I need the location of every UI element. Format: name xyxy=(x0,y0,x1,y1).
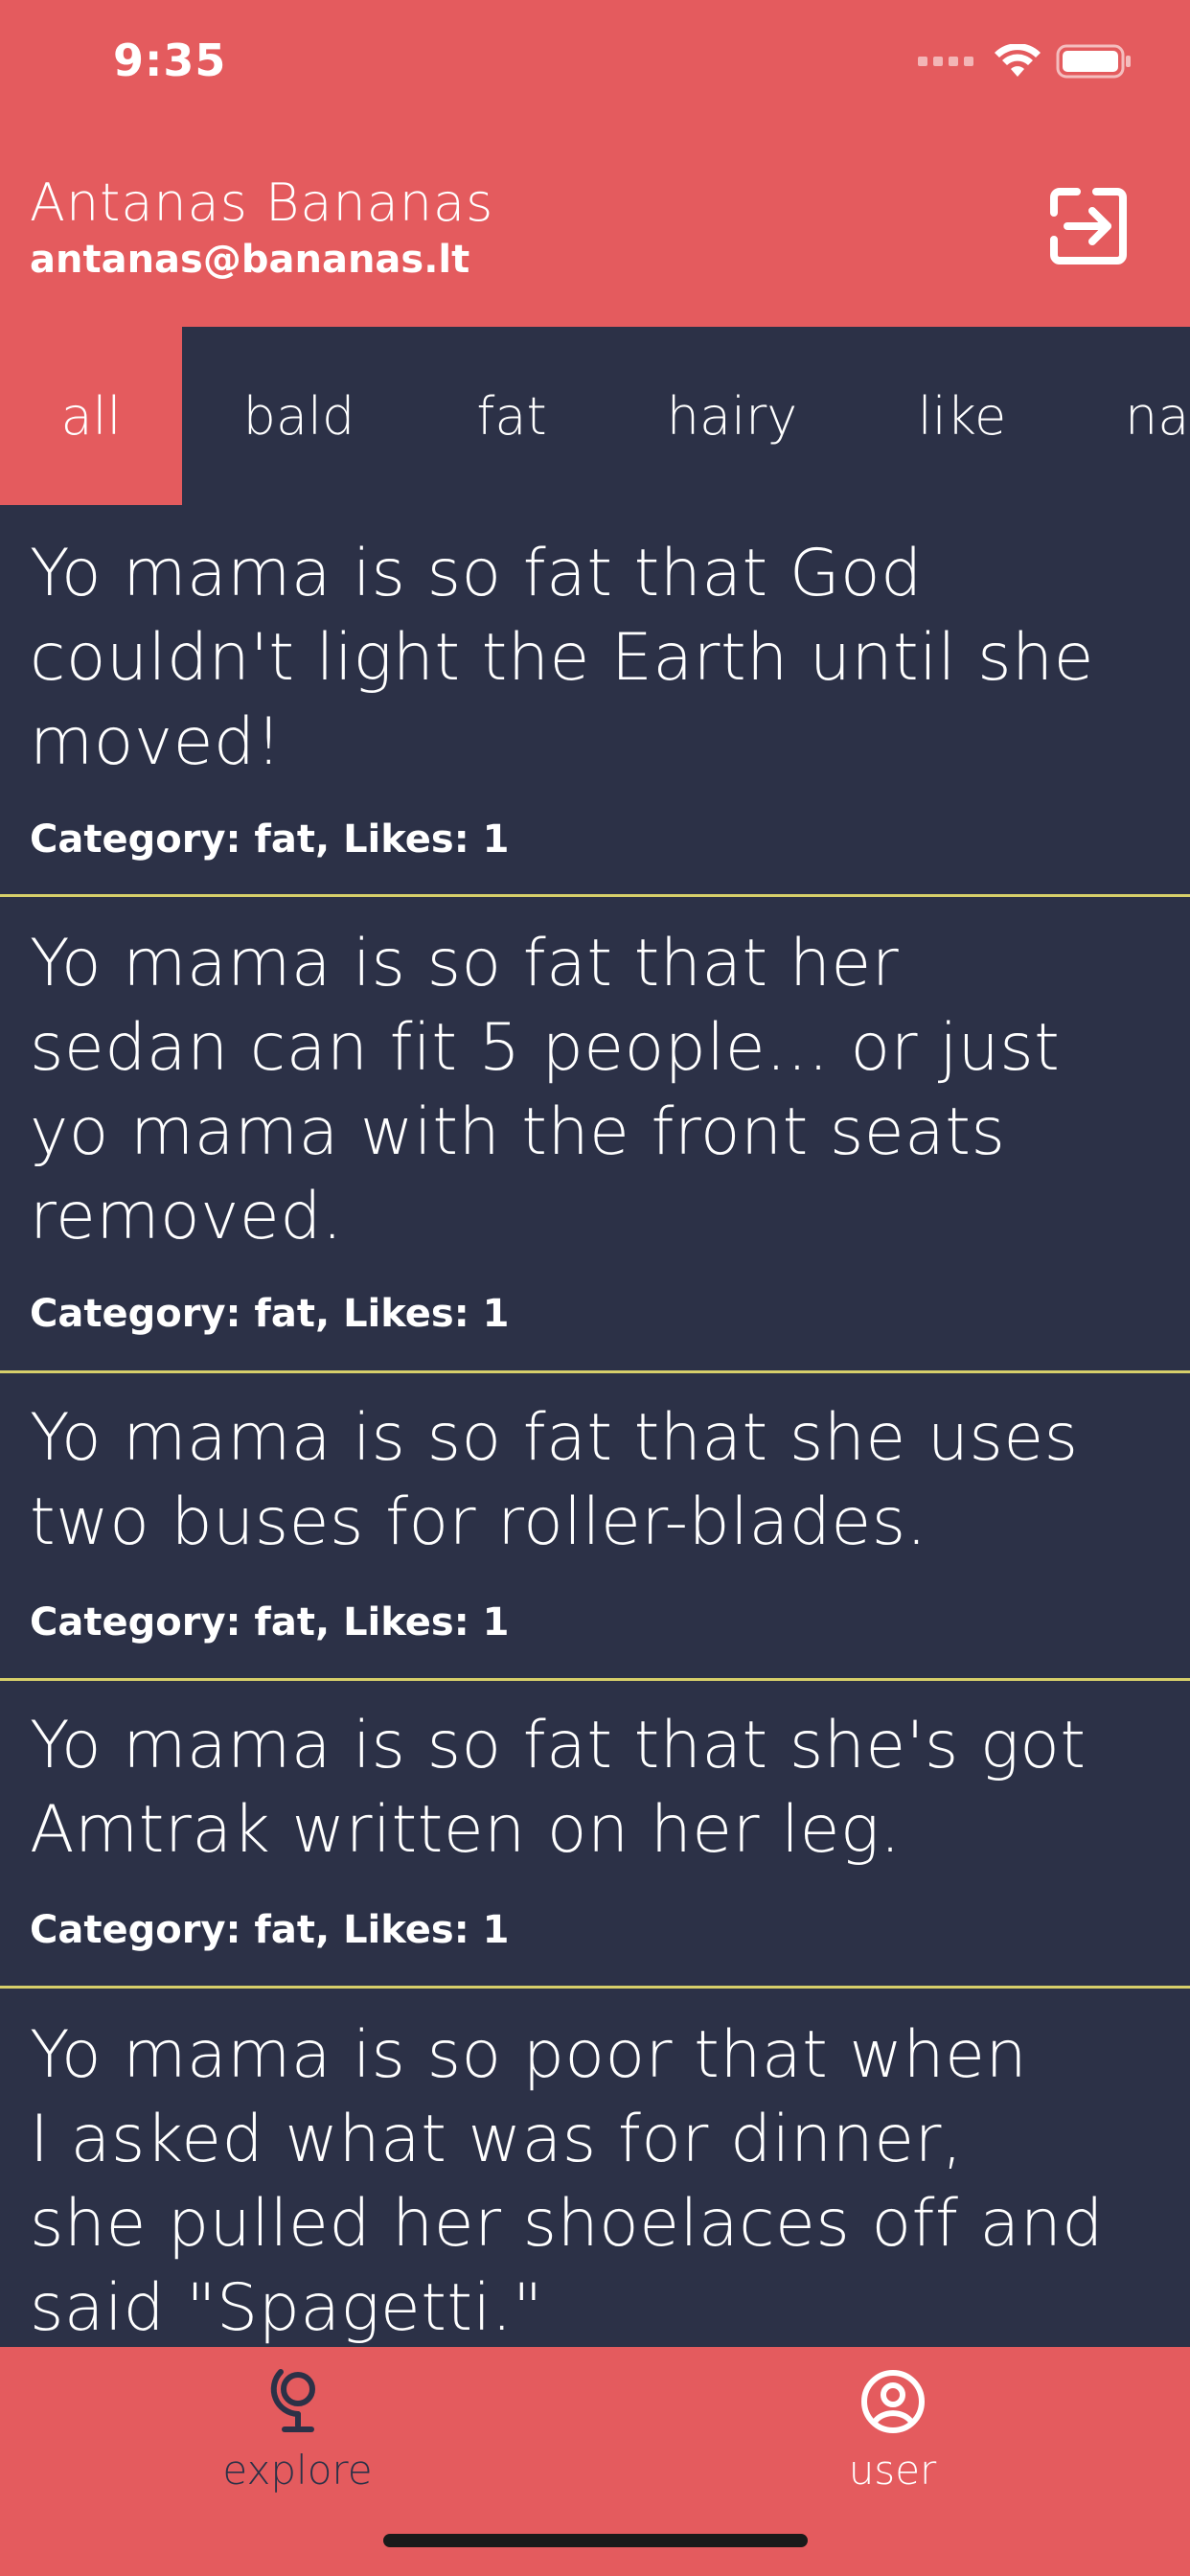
tab-label: fat xyxy=(476,385,547,447)
list-item[interactable]: Yo mama is so fat that her sedan can fit… xyxy=(0,897,1190,1370)
tab-bald[interactable]: bald xyxy=(182,327,416,505)
joke-line: yo mama with the front seats xyxy=(30,1094,1006,1170)
tab-like[interactable]: like xyxy=(857,327,1067,505)
joke-line: sedan can fit 5 people... or just xyxy=(30,1010,1061,1086)
logout-icon xyxy=(1050,188,1127,264)
joke-line: Yo mama is so fat that God xyxy=(30,536,923,611)
joke-line: said "Spagetti." xyxy=(30,2270,543,2346)
joke-line: I asked what was for dinner, xyxy=(30,2102,964,2177)
joke-text: Yo mama is so fat that her sedan can fit… xyxy=(30,922,1175,1259)
joke-line: she pulled her shoelaces off and xyxy=(30,2186,1104,2262)
joke-line: Yo mama is so fat that she's got xyxy=(30,1708,1087,1783)
nav-label: user xyxy=(848,2447,937,2494)
tab-all[interactable]: all xyxy=(0,327,182,505)
nav-label: explore xyxy=(222,2447,373,2494)
joke-text: Yo mama is so poor that when I asked wha… xyxy=(30,2013,1175,2347)
wifi-icon xyxy=(995,44,1041,77)
category-tabs: all bald fat hairy like na xyxy=(0,327,1190,505)
joke-list[interactable]: Yo mama is so fat that God couldn't ligh… xyxy=(0,505,1190,2347)
joke-line: couldn't light the Earth until she xyxy=(30,620,1094,696)
joke-line: Yo mama is so fat that she uses xyxy=(30,1400,1079,1476)
tab-label: like xyxy=(917,385,1007,447)
bottom-tab-bar: explore user xyxy=(0,2347,1190,2576)
tab-label: hairy xyxy=(666,385,798,447)
joke-line: Amtrak written on her leg. xyxy=(30,1792,902,1868)
joke-line: Yo mama is so fat that her xyxy=(30,926,900,1001)
joke-text: Yo mama is so fat that God couldn't ligh… xyxy=(30,532,1175,785)
joke-line: Yo mama is so poor that when xyxy=(30,2017,1028,2093)
cellular-signal-icon xyxy=(918,57,973,66)
joke-meta: Category: fat, Likes: 1 xyxy=(30,1908,510,1952)
home-indicator xyxy=(383,2534,808,2547)
tab-fat[interactable]: fat xyxy=(416,327,607,505)
user-icon xyxy=(860,2370,925,2433)
list-item[interactable]: Yo mama is so fat that she uses two buse… xyxy=(0,1373,1190,1678)
list-item[interactable]: Yo mama is so fat that God couldn't ligh… xyxy=(0,505,1190,894)
nav-user[interactable]: user xyxy=(595,2347,1190,2539)
user-name: Antanas Bananas xyxy=(30,172,494,233)
tab-label: na xyxy=(1125,385,1190,447)
joke-meta: Category: fat, Likes: 1 xyxy=(30,817,510,862)
joke-text: Yo mama is so fat that she uses two buse… xyxy=(30,1396,1175,1565)
joke-line: two buses for roller-blades. xyxy=(30,1484,927,1560)
list-item[interactable]: Yo mama is so fat that she's got Amtrak … xyxy=(0,1681,1190,1986)
tab-hairy[interactable]: hairy xyxy=(607,327,857,505)
logout-button[interactable] xyxy=(1048,186,1129,266)
list-item[interactable]: Yo mama is so poor that when I asked wha… xyxy=(0,1989,1190,2347)
tab-label: bald xyxy=(242,385,355,447)
globe-icon xyxy=(270,2369,315,2432)
joke-line: removed. xyxy=(30,1179,343,1254)
joke-line: moved! xyxy=(30,704,283,780)
joke-meta: Category: fat, Likes: 1 xyxy=(30,1600,510,1644)
tab-na[interactable]: na xyxy=(1067,327,1190,505)
battery-icon xyxy=(1056,44,1131,79)
joke-meta: Category: fat, Likes: 1 xyxy=(30,1292,510,1336)
joke-text: Yo mama is so fat that she's got Amtrak … xyxy=(30,1704,1175,1873)
status-time: 9:35 xyxy=(113,34,227,86)
status-indicators xyxy=(918,44,1133,79)
nav-explore[interactable]: explore xyxy=(0,2347,595,2539)
app-header: 9:35 Antanas Bananas antanas@bananas.lt xyxy=(0,0,1190,327)
tab-label: all xyxy=(60,385,122,447)
user-email: antanas@bananas.lt xyxy=(30,238,470,282)
